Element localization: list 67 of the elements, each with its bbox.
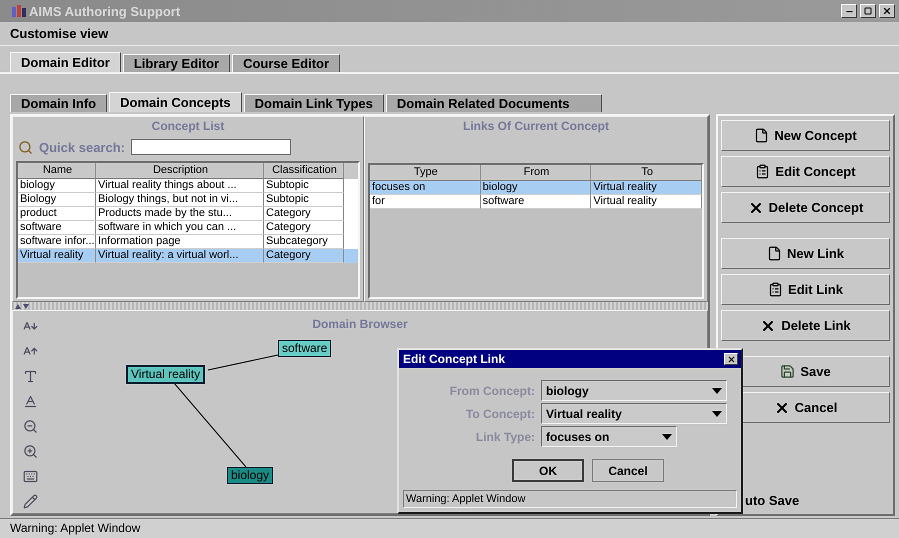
field-label: To Concept: xyxy=(464,406,535,420)
dropdown[interactable]: focuses on xyxy=(541,426,677,447)
connector-line xyxy=(208,354,278,370)
action-button[interactable]: New Concept xyxy=(721,120,890,151)
action-button[interactable]: Delete Concept xyxy=(721,192,890,223)
domain-tab[interactable]: Domain Concepts xyxy=(109,92,242,112)
table-row[interactable]: software software in which you can ... Category xyxy=(18,221,358,235)
domain-tab[interactable]: Domain Info xyxy=(10,94,108,112)
action-button[interactable]: New Link xyxy=(721,238,890,269)
dropdown[interactable]: Virtual reality xyxy=(541,403,727,424)
splitter-arrows-icon[interactable] xyxy=(15,304,29,308)
table-cell: software xyxy=(480,195,592,209)
table-cell: Virtual reality xyxy=(18,249,96,263)
table-row[interactable]: Virtual reality Virtual reality: a virtual worl... Category xyxy=(18,249,358,263)
caret-icon xyxy=(712,388,722,394)
close-icon xyxy=(726,354,736,364)
action-button[interactable]: Edit Link xyxy=(721,274,890,305)
caret-icon xyxy=(662,434,672,440)
table-row[interactable]: software infor... Information page Subcategory xyxy=(18,235,358,249)
concept-node[interactable]: Virtual reality xyxy=(126,365,206,384)
menu-item[interactable]: Customise view xyxy=(10,26,108,41)
caret-icon xyxy=(712,410,722,416)
document-icon xyxy=(766,246,782,261)
concept-node[interactable]: biology xyxy=(227,467,274,484)
maximize-icon xyxy=(864,7,872,15)
editor-tab[interactable]: Domain Editor xyxy=(10,52,121,72)
document-icon xyxy=(754,128,770,143)
action-button[interactable]: Edit Concept xyxy=(721,156,890,187)
search-icon xyxy=(18,140,33,154)
table-cell: Category xyxy=(264,249,344,263)
status-bar: Warning: Applet Window xyxy=(0,518,899,538)
close-button[interactable] xyxy=(879,4,895,18)
domain-tab[interactable]: Domain Related Documents xyxy=(386,94,602,112)
table-row[interactable]: Biology Biology things, but not in vi... Subtopic xyxy=(18,193,358,207)
table-row[interactable]: for software Virtual reality xyxy=(370,195,702,209)
action-button[interactable]: Delete Link xyxy=(721,310,890,341)
field-label: Link Type: xyxy=(474,430,535,444)
dialog-button[interactable]: Cancel xyxy=(592,459,664,482)
table-row[interactable]: biology Virtual reality things about ... Subtopic xyxy=(18,179,358,193)
table-cell: for xyxy=(370,195,481,209)
maximize-button[interactable] xyxy=(860,4,876,18)
clipboard-icon xyxy=(755,164,770,179)
dialog-status: Warning: Applet Window xyxy=(403,490,737,508)
close-icon xyxy=(882,6,892,16)
panel-title: Domain Browser xyxy=(312,317,408,333)
window-title: AIMS Authoring Support xyxy=(29,4,182,18)
table-cell: Virtual reality: a virtual worl... xyxy=(96,249,264,263)
search-field[interactable] xyxy=(131,139,291,155)
table-cell: Virtual reality xyxy=(591,195,702,209)
search-label: Quick search: xyxy=(39,140,125,154)
auto-save-label: uto Save xyxy=(744,493,800,508)
clipboard-icon xyxy=(768,282,784,297)
dropdown[interactable]: biology xyxy=(541,380,727,401)
dialog-title: Edit Concept Link xyxy=(403,352,505,366)
editor-tab[interactable]: Library Editor xyxy=(122,54,230,72)
minimize-button[interactable] xyxy=(841,4,857,18)
table-row[interactable]: focuses on biology Virtual reality xyxy=(370,181,702,195)
field-label: From Concept: xyxy=(448,384,535,398)
app-icon xyxy=(12,5,26,17)
close-button[interactable] xyxy=(724,353,738,365)
concept-node[interactable]: software xyxy=(278,340,332,357)
editor-tab[interactable]: Course Editor xyxy=(232,54,340,72)
table-row[interactable]: product Products made by the stu... Category xyxy=(18,207,358,221)
dialog-button[interactable]: OK xyxy=(512,459,584,482)
panel-title: Concept List xyxy=(150,119,226,135)
domain-tab[interactable]: Domain Link Types xyxy=(244,94,384,112)
panel-title: Links Of Current Concept xyxy=(462,119,610,135)
